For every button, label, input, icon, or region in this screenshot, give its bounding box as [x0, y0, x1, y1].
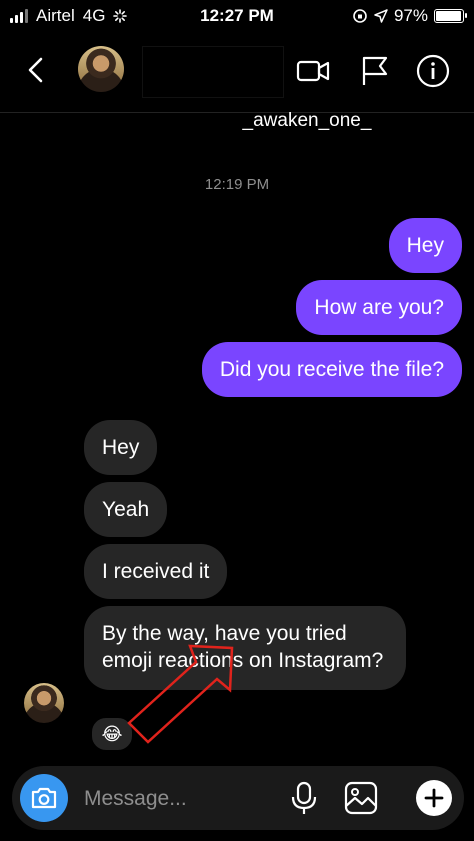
battery-percent: 97%	[393, 6, 428, 25]
add-button[interactable]	[416, 780, 452, 816]
sender-avatar[interactable]	[24, 683, 64, 723]
sent-message[interactable]: Hey	[388, 218, 462, 273]
microphone-icon[interactable]	[286, 780, 322, 816]
received-message[interactable]: I received it	[84, 544, 228, 599]
chat-header	[0, 32, 474, 113]
image-icon[interactable]	[343, 780, 379, 816]
message-input[interactable]	[82, 780, 276, 818]
redacted-name	[142, 46, 284, 98]
message-composer	[12, 766, 464, 830]
chevron-left-icon[interactable]	[22, 56, 50, 84]
status-bar: Airtel 4G 12:27 PM 97%	[0, 0, 474, 32]
message-timestamp: 12:19 PM	[204, 176, 270, 193]
info-icon[interactable]	[416, 54, 450, 88]
header-avatar[interactable]	[78, 46, 124, 92]
status-right: 97%	[352, 6, 467, 26]
received-message[interactable]: By the way, have you tried emoji reactio…	[84, 606, 406, 690]
received-message[interactable]: Hey	[84, 420, 158, 475]
battery-icon	[434, 9, 467, 23]
emoji-reaction[interactable]: 😂	[90, 716, 134, 752]
flag-icon[interactable]	[358, 54, 392, 88]
username-label: _awaken_one_	[242, 110, 372, 131]
camera-icon	[31, 787, 57, 809]
received-message[interactable]: Yeah	[84, 482, 168, 537]
orientation-lock-icon	[353, 9, 367, 23]
sent-message[interactable]: How are you?	[296, 280, 462, 335]
plus-icon	[424, 788, 444, 808]
video-call-icon[interactable]	[296, 54, 330, 88]
camera-button[interactable]	[20, 774, 68, 822]
battery-fill	[436, 11, 462, 21]
sent-message[interactable]: Did you receive the file?	[201, 342, 462, 397]
location-icon	[374, 9, 388, 23]
